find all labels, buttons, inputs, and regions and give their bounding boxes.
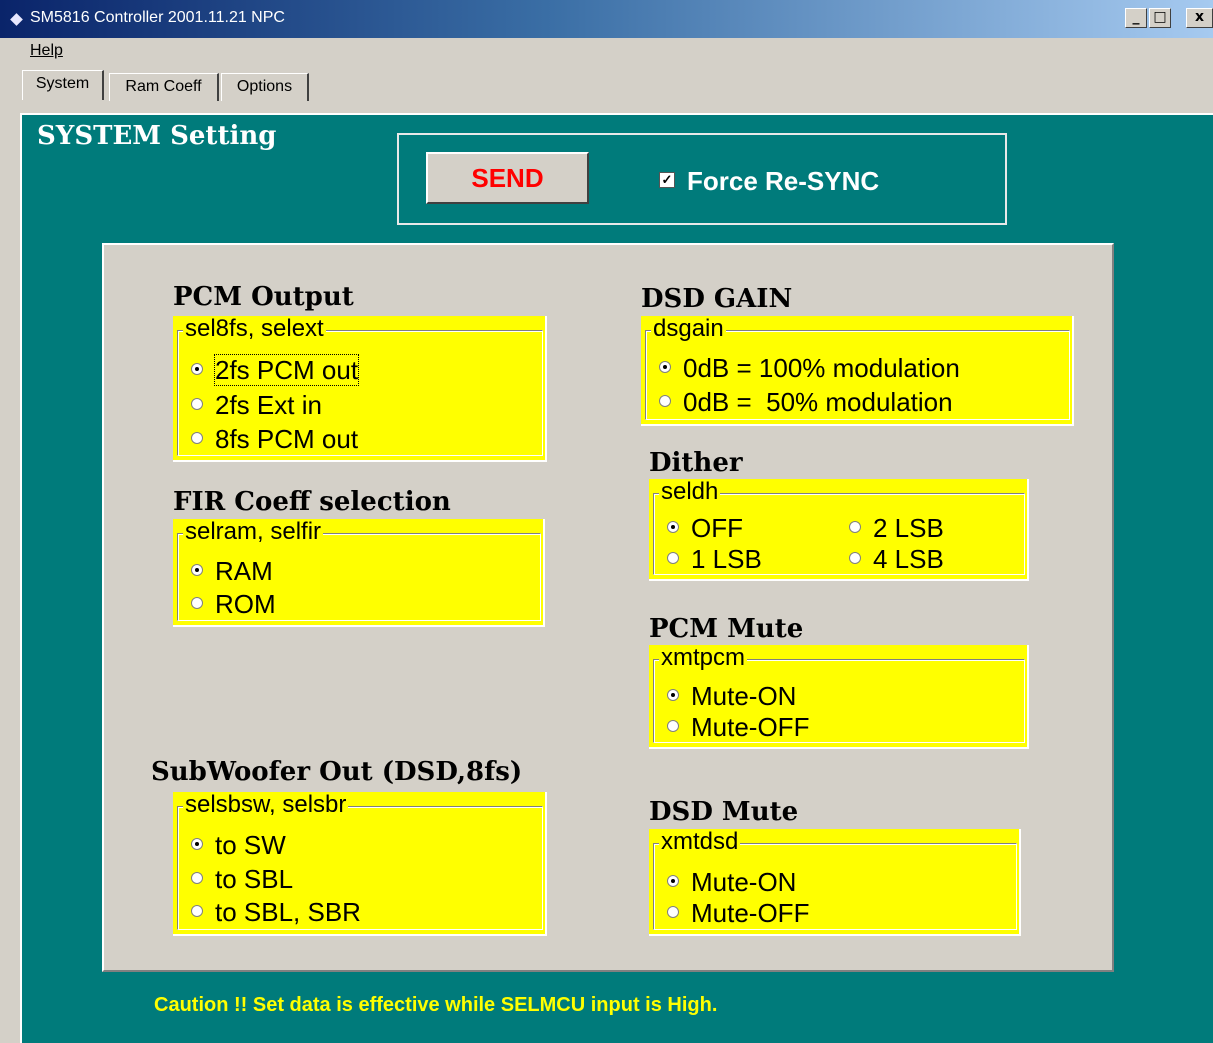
radio-label: 8fs PCM out bbox=[215, 424, 359, 454]
radio-selected-icon bbox=[191, 564, 203, 577]
group-label: dsgain bbox=[651, 315, 726, 342]
radio-icon bbox=[849, 552, 861, 565]
radio-label: to SBL, SBR bbox=[215, 897, 361, 927]
radio-selected-icon bbox=[659, 361, 671, 374]
radio-2lsb[interactable]: 2 LSB bbox=[849, 513, 944, 543]
radio-label: 2fs PCM out bbox=[213, 354, 360, 386]
dsd-mute-group: xmtdsd Mute-ON Mute-OFF bbox=[649, 829, 1021, 936]
group-label: seldh bbox=[659, 478, 721, 505]
group-label: selram, selfir bbox=[183, 518, 324, 545]
radio-rom[interactable]: ROM bbox=[191, 589, 276, 619]
window-title: SM5816 Controller 2001.11.21 NPC bbox=[30, 9, 285, 26]
radio-2fs-ext-in[interactable]: 2fs Ext in bbox=[191, 390, 322, 420]
subwoofer-group: selsbsw, selsbr to SW to SBL to SBL, SBR bbox=[173, 792, 547, 936]
menu-help-label: Help bbox=[30, 42, 63, 59]
dsd-mute-title: DSD Mute bbox=[649, 797, 799, 827]
radio-label: OFF bbox=[691, 513, 743, 543]
radio-icon bbox=[667, 552, 679, 565]
radio-label: 1 LSB bbox=[691, 544, 762, 574]
checkbox-checked-icon: ✓ bbox=[659, 172, 675, 189]
radio-off[interactable]: OFF bbox=[667, 513, 743, 543]
app-icon bbox=[10, 13, 23, 26]
minimize-button[interactable]: _ bbox=[1125, 8, 1147, 28]
pcm-mute-title: PCM Mute bbox=[649, 614, 804, 644]
radio-to-sw[interactable]: to SW bbox=[191, 830, 286, 860]
pcm-output-group: sel8fs, selext 2fs PCM out 2fs Ext in 8f… bbox=[173, 316, 547, 462]
tab-options[interactable]: Options bbox=[221, 73, 309, 101]
radio-to-sbl-sbr[interactable]: to SBL, SBR bbox=[191, 897, 361, 927]
radio-1lsb[interactable]: 1 LSB bbox=[667, 544, 762, 574]
radio-icon bbox=[659, 395, 671, 408]
radio-label: Mute-ON bbox=[691, 867, 797, 897]
radio-pcm-mute-off[interactable]: Mute-OFF bbox=[667, 712, 809, 742]
group-label: xmtdsd bbox=[659, 828, 741, 855]
force-resync-checkbox[interactable]: ✓ Force Re-SYNC bbox=[659, 166, 879, 197]
system-setting-title: SYSTEM Setting bbox=[37, 121, 277, 151]
dsd-gain-group: dsgain 0dB = 100% modulation 0dB = 50% m… bbox=[641, 316, 1074, 426]
maximize-button[interactable]: □ bbox=[1149, 8, 1171, 28]
tab-ram-coeff[interactable]: Ram Coeff bbox=[109, 73, 219, 101]
radio-label: ROM bbox=[215, 589, 276, 619]
radio-0db-50[interactable]: 0dB = 50% modulation bbox=[659, 387, 953, 417]
radio-8fs-pcm-out[interactable]: 8fs PCM out bbox=[191, 424, 358, 454]
radio-label: RAM bbox=[215, 556, 273, 586]
radio-to-sbl[interactable]: to SBL bbox=[191, 864, 293, 894]
radio-selected-icon bbox=[667, 875, 679, 888]
radio-label: 0dB = 50% modulation bbox=[683, 387, 953, 417]
pcm-mute-group: xmtpcm Mute-ON Mute-OFF bbox=[649, 645, 1029, 749]
group-label: selsbsw, selsbr bbox=[183, 791, 349, 818]
radio-icon bbox=[191, 872, 203, 885]
radio-icon bbox=[191, 905, 203, 918]
menu-help[interactable]: Help bbox=[30, 42, 63, 60]
radio-icon bbox=[191, 398, 203, 411]
radio-label: Mute-OFF bbox=[691, 898, 810, 928]
pcm-output-title: PCM Output bbox=[173, 282, 354, 312]
radio-label: 4 LSB bbox=[873, 544, 944, 574]
caution-text: Caution !! Set data is effective while S… bbox=[154, 994, 718, 1016]
dsd-gain-title: DSD GAIN bbox=[641, 284, 793, 314]
radio-pcm-mute-on[interactable]: Mute-ON bbox=[667, 681, 796, 711]
menu-bar: Help bbox=[0, 38, 1213, 66]
tab-system[interactable]: System bbox=[22, 70, 104, 100]
title-bar[interactable]: SM5816 Controller 2001.11.21 NPC _ □ x bbox=[0, 0, 1213, 38]
radio-4lsb[interactable]: 4 LSB bbox=[849, 544, 944, 574]
radio-2fs-pcm-out[interactable]: 2fs PCM out bbox=[191, 354, 360, 386]
radio-icon bbox=[849, 521, 861, 534]
fir-coeff-group: selram, selfir RAM ROM bbox=[173, 519, 545, 627]
radio-dsd-mute-off[interactable]: Mute-OFF bbox=[667, 898, 809, 928]
fir-coeff-title: FIR Coeff selection bbox=[173, 487, 451, 517]
radio-icon bbox=[191, 432, 203, 445]
radio-ram[interactable]: RAM bbox=[191, 556, 273, 586]
subwoofer-title: SubWoofer Out (DSD,8fs) bbox=[151, 757, 523, 787]
group-label: sel8fs, selext bbox=[183, 315, 326, 342]
radio-selected-icon bbox=[191, 363, 203, 376]
radio-icon bbox=[667, 906, 679, 919]
radio-label: Mute-ON bbox=[691, 681, 797, 711]
send-button[interactable]: SEND bbox=[426, 152, 589, 204]
radio-selected-icon bbox=[667, 689, 679, 702]
radio-selected-icon bbox=[191, 838, 203, 851]
radio-label: Mute-OFF bbox=[691, 712, 810, 742]
force-resync-label: Force Re-SYNC bbox=[687, 166, 880, 196]
radio-selected-icon bbox=[667, 521, 679, 534]
group-label: xmtpcm bbox=[659, 644, 747, 671]
dither-title: Dither bbox=[649, 448, 743, 478]
radio-label: to SBL bbox=[215, 864, 294, 894]
radio-label: 2 LSB bbox=[873, 513, 944, 543]
radio-label: to SW bbox=[215, 830, 286, 860]
close-button[interactable]: x bbox=[1186, 8, 1213, 28]
radio-icon bbox=[191, 597, 203, 610]
radio-0db-100[interactable]: 0dB = 100% modulation bbox=[659, 353, 960, 383]
dither-group: seldh OFF 2 LSB 1 LSB 4 LSB bbox=[649, 479, 1029, 581]
radio-label: 2fs Ext in bbox=[215, 390, 322, 420]
radio-label: 0dB = 100% modulation bbox=[683, 353, 960, 383]
radio-dsd-mute-on[interactable]: Mute-ON bbox=[667, 867, 796, 897]
radio-icon bbox=[667, 720, 679, 733]
